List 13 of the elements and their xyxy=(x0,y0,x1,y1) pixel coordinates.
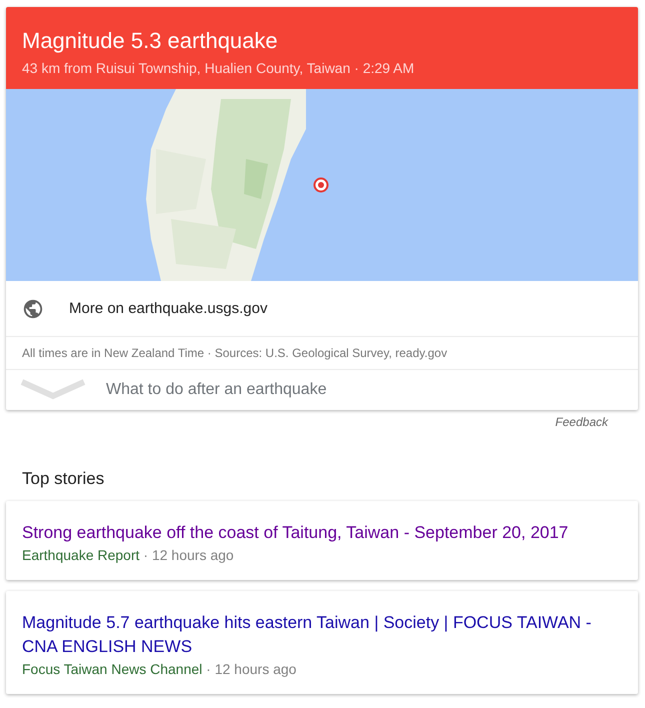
story-meta: Earthquake Report · 12 hours ago xyxy=(22,547,235,563)
epicenter-marker-icon xyxy=(313,177,329,193)
feedback-link[interactable]: Feedback xyxy=(555,415,608,429)
story-link[interactable]: Strong earthquake off the coast of Taitung, Taiwan - September 20, 2017 xyxy=(22,521,622,545)
card-subtitle: 43 km from Ruisui Township, Hualien County, Taiwan · 2:29 AM xyxy=(22,60,416,76)
guide-row[interactable]: What to do after an earthquake xyxy=(6,370,638,410)
story-link[interactable]: Magnitude 5.7 earthquake hits eastern Taiwan | Society | FOCUS TAIWAN - CNA ENGLISH NEWS xyxy=(22,611,622,659)
story-meta: Focus Taiwan News Channel · 12 hours ago xyxy=(22,661,298,677)
card-title: Magnitude 5.3 earthquake xyxy=(22,27,279,55)
section-heading: Top stories xyxy=(22,469,104,489)
source-link[interactable]: More on earthquake.usgs.gov xyxy=(6,281,638,337)
globe-icon xyxy=(22,298,44,320)
source-note: All times are in New Zealand Time · Sources: U.S. Geological Survey, ready.gov xyxy=(22,346,448,360)
